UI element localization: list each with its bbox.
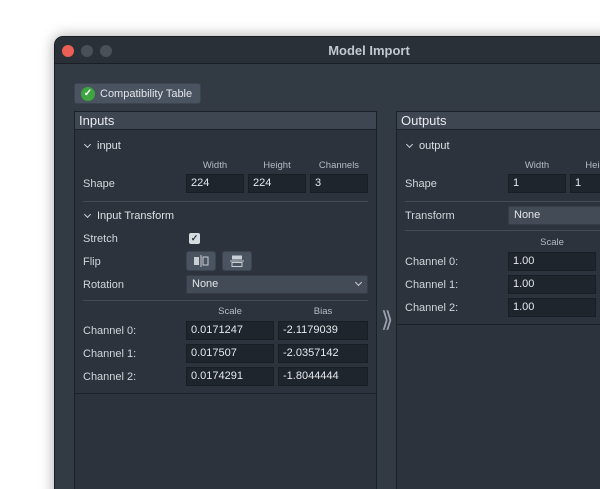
shape-label: Shape: [83, 178, 115, 190]
shape-channels-field[interactable]: 3: [310, 174, 368, 193]
stretch-checkbox[interactable]: ✓: [189, 233, 200, 244]
outputs-panel-header: Outputs: [397, 112, 600, 130]
channel-1-scale-field[interactable]: 0.017507: [186, 344, 274, 363]
width-column-header: Width: [202, 160, 228, 171]
channel-0-scale-field[interactable]: 1.00: [508, 252, 596, 271]
title-bar: Model Import: [55, 37, 600, 64]
inputs-panel: Inputs input Width Height Channels Shape…: [74, 111, 377, 489]
check-circle-icon: ✓: [81, 86, 95, 101]
chevron-down-icon: [83, 210, 92, 219]
input-section-toggle[interactable]: input: [83, 140, 121, 152]
channel-0-label: Channel 0:: [83, 325, 137, 337]
channel-2-scale-field[interactable]: 0.0174291: [186, 367, 274, 386]
divider: [405, 230, 600, 231]
channel-2-label: Channel 2:: [83, 371, 137, 383]
bias-column-header: Bias: [313, 306, 333, 317]
rotation-select[interactable]: None: [186, 275, 368, 294]
channel-2-bias-field[interactable]: -1.8044444: [278, 367, 368, 386]
scale-column-header: Scale: [218, 306, 242, 317]
stretch-label: Stretch: [83, 233, 118, 245]
shape-height-field[interactable]: 224: [248, 174, 306, 193]
height-column-header: Height: [585, 160, 600, 171]
input-transform-toggle[interactable]: Input Transform: [83, 210, 175, 222]
transform-value: None: [514, 209, 541, 221]
rotation-label: Rotation: [83, 279, 124, 291]
transform-select[interactable]: None: [508, 206, 600, 225]
shape-width-field[interactable]: 1: [508, 174, 566, 193]
channel-1-scale-field[interactable]: 1.00: [508, 275, 596, 294]
flip-vertical-icon: [230, 255, 244, 267]
divider: [83, 201, 368, 202]
channel-1-bias-field[interactable]: -2.0357142: [278, 344, 368, 363]
divider: [75, 393, 376, 394]
transform-label: Transform: [405, 210, 455, 222]
flip-horizontal-button[interactable]: [186, 251, 216, 271]
output-section-toggle[interactable]: output: [405, 140, 450, 152]
channel-0-bias-field[interactable]: -2.1179039: [278, 321, 368, 340]
chevron-down-icon: [83, 140, 92, 149]
flip-vertical-button[interactable]: [222, 251, 252, 271]
window-title: Model Import: [328, 43, 410, 58]
channel-0-scale-field[interactable]: 0.0171247: [186, 321, 274, 340]
shape-width-field[interactable]: 224: [186, 174, 244, 193]
compatibility-table-label: Compatibility Table: [100, 87, 193, 100]
input-transform-title: Input Transform: [97, 210, 175, 222]
compatibility-table-button[interactable]: ✓ Compatibility Table: [74, 83, 202, 104]
scale-column-header: Scale: [540, 237, 564, 248]
model-import-window: Model Import ✓ Compatibility Table Input…: [54, 36, 600, 489]
channel-2-scale-field[interactable]: 1.00: [508, 298, 596, 317]
width-column-header: Width: [524, 160, 550, 171]
divider: [405, 201, 600, 202]
channel-1-label: Channel 1:: [83, 348, 137, 360]
input-section-title: input: [97, 140, 121, 152]
flip-horizontal-icon: [194, 255, 209, 267]
shape-height-field[interactable]: 1: [570, 174, 600, 193]
chevron-down-icon: [354, 278, 363, 287]
flip-label: Flip: [83, 256, 101, 268]
outputs-panel: Outputs output Width Height Shape 1 1 Tr…: [396, 111, 600, 489]
channel-0-label: Channel 0:: [405, 256, 459, 268]
double-chevron-right-icon: ⟫: [381, 307, 394, 332]
divider: [83, 300, 368, 301]
chevron-down-icon: [405, 140, 414, 149]
channels-column-header: Channels: [318, 160, 360, 171]
divider: [397, 324, 600, 325]
inputs-panel-header: Inputs: [75, 112, 376, 130]
rotation-value: None: [192, 278, 219, 290]
output-section-title: output: [419, 140, 450, 152]
channel-1-label: Channel 1:: [405, 279, 459, 291]
channel-2-label: Channel 2:: [405, 302, 459, 314]
shape-label: Shape: [405, 178, 437, 190]
height-column-header: Height: [263, 160, 291, 171]
